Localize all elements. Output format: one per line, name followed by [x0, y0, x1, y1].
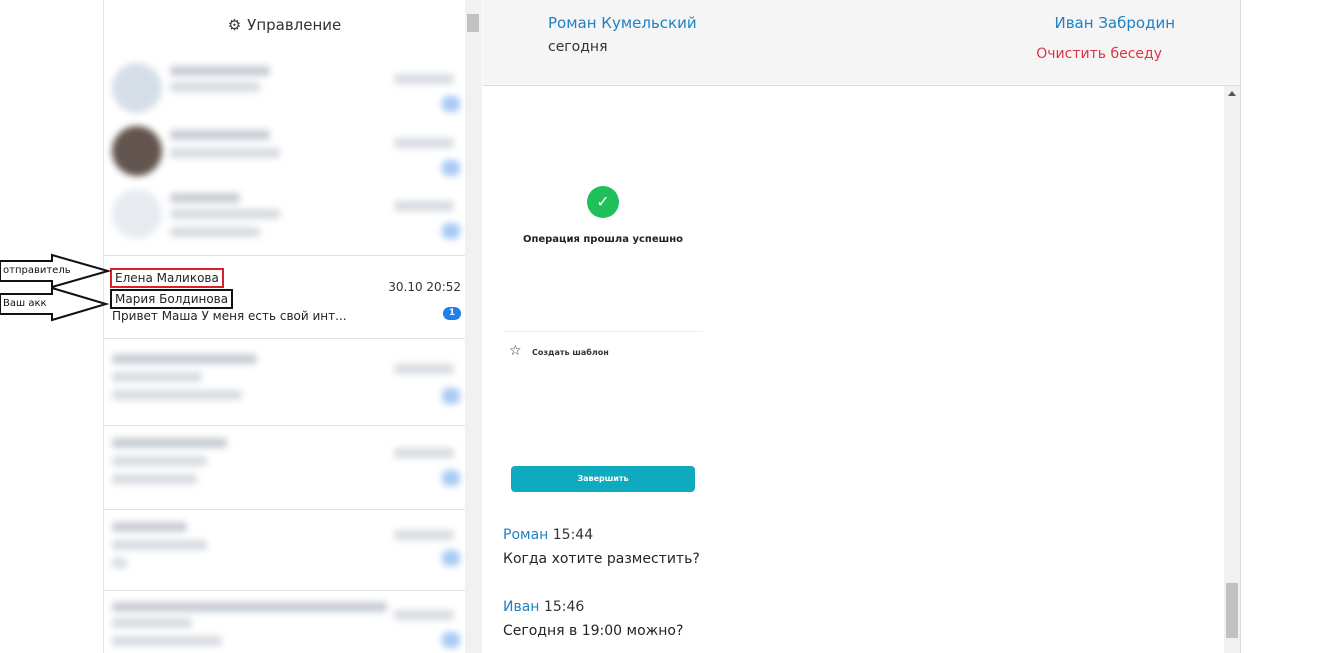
conversation-scrollbar-thumb[interactable]	[1226, 583, 1238, 638]
annotation-arrows	[0, 253, 112, 322]
chat-preview: Привет Маша У меня есть свой инт...	[112, 309, 347, 323]
participant-right-name[interactable]: Иван Забродин	[1054, 14, 1175, 32]
sidebar-scrollbar[interactable]	[465, 0, 482, 653]
sidebar-header[interactable]: ⚙ Управление	[104, 0, 465, 50]
message-text: Сегодня в 19:00 можно?	[503, 623, 684, 639]
clear-conversation-button[interactable]: Очистить беседу	[1036, 46, 1162, 62]
message-header: Роман 15:44	[503, 527, 593, 543]
chat-sender-name: Елена Маликова	[110, 268, 224, 288]
message-time: 15:44	[552, 527, 594, 543]
conversation-scrollbar[interactable]	[1224, 86, 1241, 653]
annotation-account-label: Ваш акк	[3, 298, 47, 309]
avatar	[112, 63, 162, 113]
list-item-active[interactable]: Елена Маликова Мария Болдинова Привет Ма…	[104, 256, 465, 338]
check-icon: ✓	[587, 186, 619, 218]
star-icon: ☆	[509, 343, 522, 359]
list-item[interactable]	[104, 432, 465, 508]
annotation-sender-label: отправитель	[3, 265, 71, 276]
gears-icon: ⚙	[227, 16, 242, 34]
attachment-template-text: Создать шаблон	[532, 348, 609, 357]
avatar	[112, 189, 162, 239]
list-item[interactable]	[104, 346, 465, 424]
message-author[interactable]: Роман	[503, 527, 548, 543]
message-author[interactable]: Иван	[503, 599, 539, 615]
unread-badge: 1	[443, 307, 461, 320]
conversation-date: сегодня	[548, 39, 608, 55]
message-time: 15:46	[543, 599, 585, 615]
chat-list-sidebar: ⚙ Управление Елена Маликова Мария Болдин…	[103, 0, 465, 653]
scroll-up-icon[interactable]	[1228, 91, 1236, 96]
message-header: Иван 15:46	[503, 599, 584, 615]
attachment-finish-button: Завершить	[511, 466, 695, 492]
sidebar-scrollbar-thumb[interactable]	[467, 14, 479, 32]
list-item[interactable]	[104, 516, 465, 588]
list-item[interactable]	[104, 58, 465, 120]
avatar	[112, 126, 162, 176]
chat-account-name: Мария Болдинова	[110, 289, 234, 309]
conversation-header: Роман Кумельский сегодня Иван Забродин О…	[483, 0, 1241, 86]
list-item[interactable]	[104, 122, 465, 184]
sidebar-title: Управление	[247, 16, 342, 34]
conversation-messages: ✓ Операция прошла успешно ☆ Создать шабл…	[483, 86, 1224, 653]
list-item[interactable]	[104, 596, 465, 653]
list-item[interactable]	[104, 185, 465, 255]
message-text: Когда хотите разместить?	[503, 551, 700, 567]
chat-timestamp: 30.10 20:52	[388, 280, 461, 294]
app-root: ⚙ Управление Елена Маликова Мария Болдин…	[0, 0, 1339, 653]
participant-left-name[interactable]: Роман Кумельский	[548, 14, 697, 32]
attachment-divider	[503, 331, 703, 332]
attachment-status-text: Операция прошла успешно	[522, 234, 684, 245]
attached-screenshot[interactable]: ✓ Операция прошла успешно ☆ Создать шабл…	[503, 138, 708, 506]
